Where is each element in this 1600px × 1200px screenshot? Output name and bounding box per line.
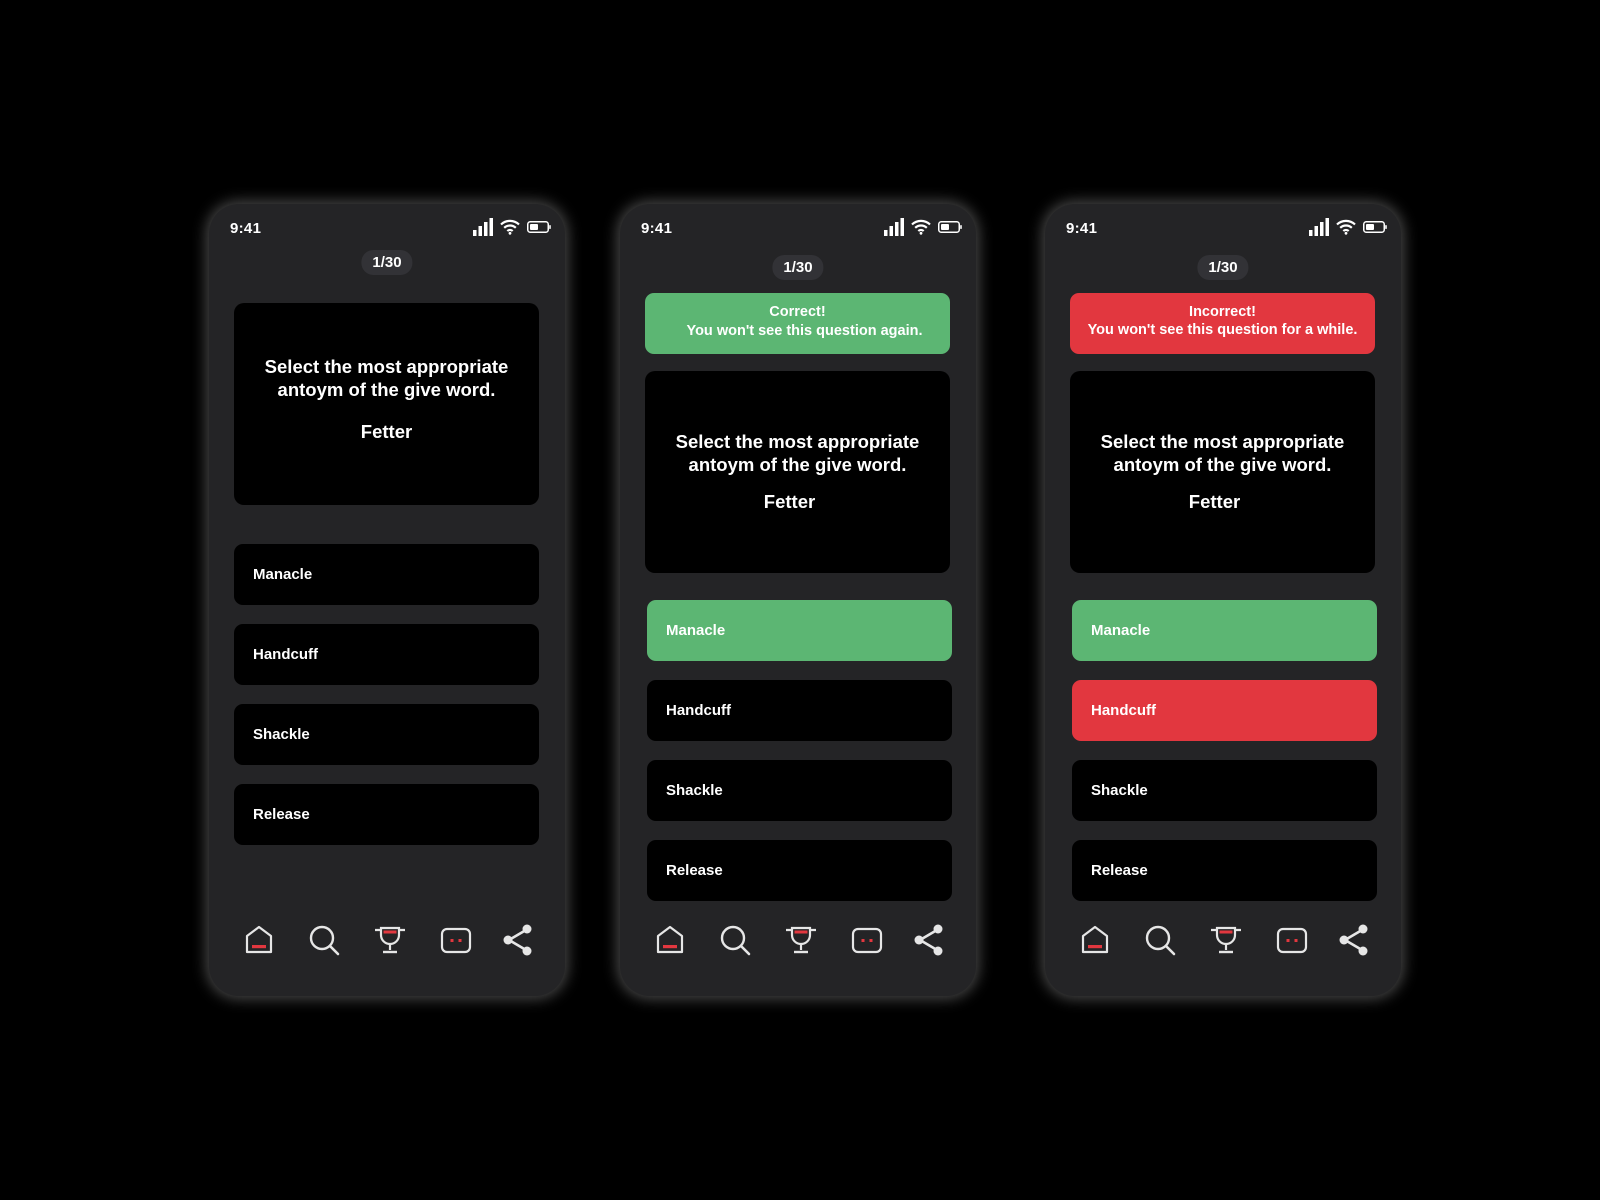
tab-messages[interactable] [438, 922, 474, 958]
question-counter: 1/30 [772, 255, 824, 280]
search-icon [306, 922, 342, 958]
banner-message: You won't see this question for a while. [1087, 322, 1358, 338]
question-prompt: Select the most appropriate antoym of th… [1100, 431, 1345, 475]
search-icon [717, 922, 753, 958]
option-handcuff[interactable]: Handcuff [1072, 680, 1377, 741]
tab-leaderboard[interactable] [783, 922, 819, 958]
share-icon [911, 922, 947, 958]
wifi-icon [1336, 219, 1356, 235]
tab-leaderboard[interactable] [372, 922, 408, 958]
status-time: 9:41 [230, 220, 262, 237]
option-release[interactable]: Release [234, 784, 539, 845]
banner-title: Incorrect! [1189, 304, 1256, 320]
option-shackle[interactable]: Shackle [234, 704, 539, 765]
phone-screen-incorrect: 9:41 1/30 Incorrect! You won't see this … [1045, 204, 1401, 996]
tab-messages[interactable] [849, 922, 885, 958]
status-time: 9:41 [1066, 220, 1098, 237]
share-icon [500, 922, 536, 958]
phone-screen-unanswered: 9:41 1/30 Select the most appropriate an… [209, 204, 565, 996]
tab-home[interactable] [241, 922, 277, 958]
tab-share[interactable] [500, 922, 536, 958]
question-word: Fetter [763, 491, 816, 512]
cellular-signal-icon [884, 218, 904, 236]
wifi-icon [911, 219, 931, 235]
phone-screen-correct: 9:41 1/30 Correct! You won't see this qu… [620, 204, 976, 996]
option-shackle[interactable]: Shackle [1072, 760, 1377, 821]
tab-share[interactable] [911, 922, 947, 958]
question-counter: 1/30 [1197, 255, 1249, 280]
battery-icon [1363, 221, 1387, 233]
trophy-icon [783, 922, 819, 958]
status-icons [884, 218, 962, 236]
option-handcuff[interactable]: Handcuff [647, 680, 952, 741]
question-counter: 1/30 [361, 250, 413, 275]
chat-icon [438, 922, 474, 958]
trophy-icon [372, 922, 408, 958]
option-handcuff[interactable]: Handcuff [234, 624, 539, 685]
question-card: Select the most appropriate antoym of th… [234, 303, 539, 505]
question-word: Fetter [360, 421, 413, 442]
option-manacle[interactable]: Manacle [647, 600, 952, 661]
home-icon [1077, 922, 1113, 958]
status-icons [1309, 218, 1387, 236]
cellular-signal-icon [1309, 218, 1329, 236]
question-prompt: Select the most appropriate antoym of th… [264, 356, 509, 400]
trophy-icon [1208, 922, 1244, 958]
home-icon [241, 922, 277, 958]
question-card: Select the most appropriate antoym of th… [1070, 371, 1375, 573]
cellular-signal-icon [473, 218, 493, 236]
feedback-banner-incorrect: Incorrect! You won't see this question f… [1070, 293, 1375, 354]
status-bar: 9:41 [1045, 218, 1401, 240]
option-release[interactable]: Release [647, 840, 952, 901]
banner-message: You won't see this question again. [686, 323, 923, 339]
tab-share[interactable] [1336, 922, 1372, 958]
bottom-tab-bar [209, 922, 565, 962]
tab-search[interactable] [717, 922, 753, 958]
search-icon [1142, 922, 1178, 958]
status-icons [473, 218, 551, 236]
option-manacle[interactable]: Manacle [234, 544, 539, 605]
option-shackle[interactable]: Shackle [647, 760, 952, 821]
home-icon [652, 922, 688, 958]
battery-icon [938, 221, 962, 233]
bottom-tab-bar [1045, 922, 1401, 962]
wifi-icon [500, 219, 520, 235]
bottom-tab-bar [620, 922, 976, 962]
chat-icon [849, 922, 885, 958]
question-card: Select the most appropriate antoym of th… [645, 371, 950, 573]
feedback-banner-correct: Correct! You won't see this question aga… [645, 293, 950, 354]
tab-leaderboard[interactable] [1208, 922, 1244, 958]
banner-title: Correct! [769, 304, 826, 320]
tab-search[interactable] [306, 922, 342, 958]
tab-messages[interactable] [1274, 922, 1310, 958]
status-time: 9:41 [641, 220, 673, 237]
status-bar: 9:41 [620, 218, 976, 240]
battery-icon [527, 221, 551, 233]
chat-icon [1274, 922, 1310, 958]
tab-home[interactable] [652, 922, 688, 958]
status-bar: 9:41 [209, 218, 565, 240]
share-icon [1336, 922, 1372, 958]
option-manacle[interactable]: Manacle [1072, 600, 1377, 661]
question-word: Fetter [1188, 491, 1241, 512]
tab-home[interactable] [1077, 922, 1113, 958]
tab-search[interactable] [1142, 922, 1178, 958]
question-prompt: Select the most appropriate antoym of th… [675, 431, 920, 475]
option-release[interactable]: Release [1072, 840, 1377, 901]
